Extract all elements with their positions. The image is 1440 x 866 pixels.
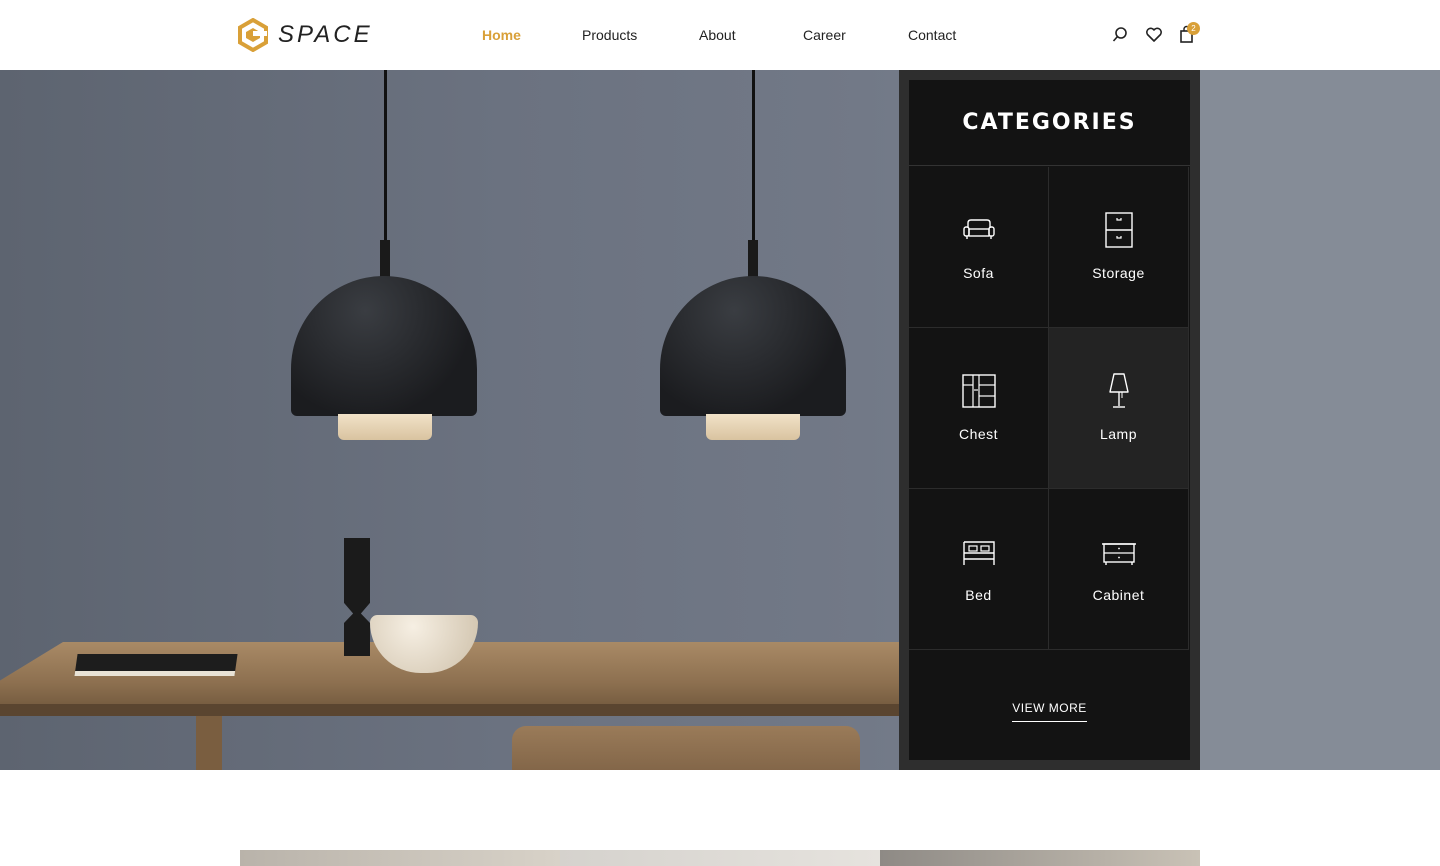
cart-count-badge: 2: [1187, 22, 1200, 35]
category-label: Lamp: [1099, 426, 1138, 442]
category-label: Sofa: [963, 265, 994, 281]
logo-icon: [238, 18, 268, 52]
pendant-lamp-light: [338, 414, 432, 440]
brand-logo[interactable]: SPACE: [238, 18, 373, 52]
preview-image[interactable]: [240, 850, 560, 866]
cabinet-icon: [1101, 543, 1136, 565]
site-header: SPACE Home Products About Career Contact…: [0, 0, 1440, 70]
table-leg: [196, 716, 222, 770]
product-preview-strip: [240, 850, 1200, 866]
chair-back: [512, 726, 860, 770]
hero-wall-right: [1200, 70, 1440, 770]
categories-panel: CATEGORIES Sofa Storage Chest Lamp Bed C…: [909, 80, 1190, 760]
category-storage[interactable]: Storage: [1049, 167, 1189, 328]
category-lamp[interactable]: Lamp: [1049, 328, 1189, 489]
nav-home[interactable]: Home: [482, 27, 521, 43]
category-label: Cabinet: [1092, 587, 1145, 603]
preview-image[interactable]: [560, 850, 880, 866]
lamp-cord: [752, 70, 755, 242]
view-more-label: VIEW MORE: [1012, 701, 1087, 722]
lamp-neck: [748, 240, 758, 280]
pendant-lamp-light: [706, 414, 800, 440]
nav-contact[interactable]: Contact: [908, 27, 956, 43]
category-cabinet[interactable]: Cabinet: [1049, 489, 1189, 650]
chest-icon: [961, 374, 996, 408]
sofa-icon: [962, 219, 995, 239]
category-label: Bed: [965, 587, 992, 603]
lamp-cord: [384, 70, 387, 242]
nav-about[interactable]: About: [699, 27, 736, 43]
book: [74, 654, 238, 676]
category-bed[interactable]: Bed: [909, 489, 1049, 650]
pendant-lamp-shade: [291, 276, 477, 416]
preview-image[interactable]: [880, 850, 1200, 866]
black-vase: [344, 538, 370, 656]
category-sofa[interactable]: Sofa: [909, 167, 1049, 328]
nav-products[interactable]: Products: [582, 27, 637, 43]
lamp-icon: [1108, 373, 1129, 408]
lamp-neck: [380, 240, 390, 280]
brand-name: SPACE: [278, 21, 373, 48]
table-edge: [0, 704, 900, 716]
category-label: Storage: [1092, 265, 1145, 281]
nav-career[interactable]: Career: [803, 27, 846, 43]
bed-icon: [962, 541, 995, 565]
search-icon[interactable]: [1111, 25, 1129, 45]
categories-title: CATEGORIES: [909, 80, 1190, 166]
category-chest[interactable]: Chest: [909, 328, 1049, 489]
view-more-link[interactable]: VIEW MORE: [909, 699, 1190, 722]
pendant-lamp-shade: [660, 276, 846, 416]
storage-icon: [1104, 212, 1133, 248]
cart-button[interactable]: 2: [1178, 22, 1200, 45]
hero-banner: [0, 70, 1440, 770]
header-actions: 2: [1111, 22, 1201, 45]
category-label: Chest: [958, 426, 999, 442]
heart-icon[interactable]: [1145, 25, 1163, 45]
